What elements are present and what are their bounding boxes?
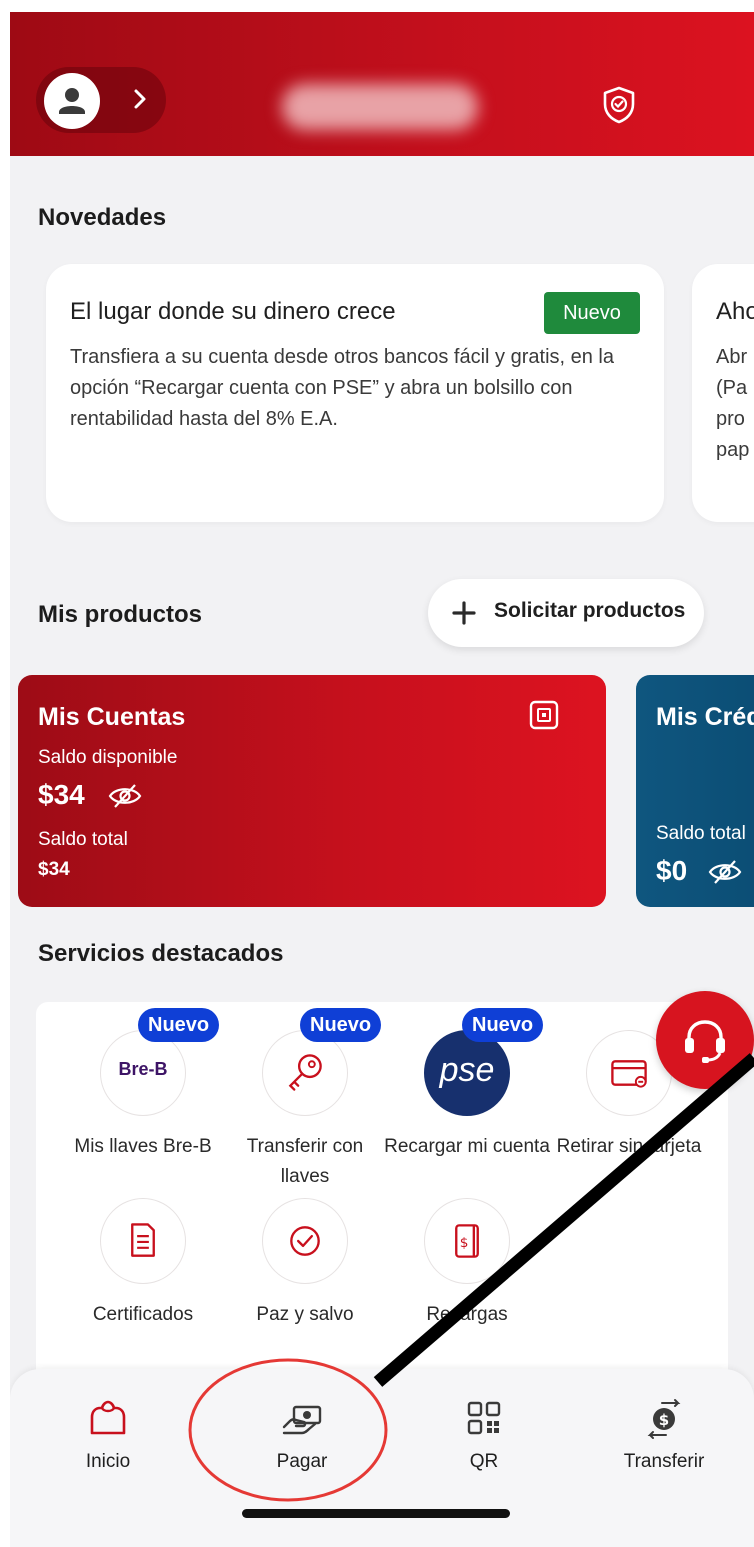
new-badge: Nuevo — [544, 292, 640, 334]
pse-logo-text: pse — [439, 1051, 495, 1089]
svg-text:$: $ — [659, 1411, 669, 1429]
key-icon — [262, 1030, 348, 1116]
accounts-card[interactable]: Mis Cuentas Saldo disponible $34 Saldo t… — [18, 675, 606, 907]
service-label: Recargas — [426, 1304, 508, 1325]
services-section-title: Servicios destacados — [38, 940, 284, 967]
transfer-icon: $ — [647, 1399, 681, 1439]
support-button[interactable] — [656, 991, 754, 1089]
plus-icon — [452, 601, 476, 625]
service-label: Paz y salvo — [256, 1304, 354, 1325]
app-screen: Novedades El lugar donde su dinero crece… — [10, 12, 754, 1547]
news-card-title: Aho — [716, 298, 754, 325]
accounts-title: Mis Cuentas — [38, 703, 186, 731]
nav-label: QR — [469, 1451, 499, 1472]
credits-total-amount: $0 — [656, 855, 688, 886]
service-label: Transferir con llaves — [246, 1136, 364, 1187]
bre-b-logo-text: Bre-B — [118, 1059, 168, 1079]
pay-icon — [282, 1405, 322, 1435]
request-products-label: Solicitar productos — [494, 599, 686, 622]
new-badge: Nuevo — [462, 1008, 544, 1042]
headset-icon — [685, 1020, 725, 1063]
document-icon — [100, 1198, 186, 1284]
nav-item-pagar[interactable]: Pagar — [232, 1387, 372, 1497]
profile-button[interactable] — [36, 67, 166, 133]
service-label: Certificados — [92, 1304, 194, 1325]
services-panel: Bre-B Nuevo Mis llaves Bre-B Nuevo Trans… — [36, 1002, 728, 1402]
new-badge: Nuevo — [300, 1008, 382, 1042]
nav-label: Pagar — [276, 1451, 328, 1472]
news-section-title: Novedades — [38, 204, 167, 231]
news-card[interactable]: Aho Abr (Pa pro pap — [692, 264, 754, 522]
qr-icon — [467, 1401, 501, 1435]
shield-check-icon[interactable] — [600, 84, 638, 126]
home-indicator — [242, 1509, 510, 1518]
available-balance-label: Saldo disponible — [38, 747, 178, 768]
bre-b-logo: Bre-B — [100, 1030, 186, 1116]
nav-item-inicio[interactable]: Inicio — [38, 1387, 178, 1497]
bottom-navigation: Inicio Pagar QR $ Transferir — [10, 1369, 754, 1547]
news-card-title: El lugar donde su dinero crece — [70, 298, 396, 325]
credits-card[interactable]: Mis Créd Saldo total $0 — [636, 675, 754, 907]
total-balance-amount: $34 — [38, 859, 70, 880]
news-card-body: Abr (Pa pro pap — [716, 346, 750, 461]
service-label: Mis llaves Bre-B — [74, 1136, 212, 1157]
user-icon — [44, 73, 100, 129]
news-card[interactable]: El lugar donde su dinero crece Nuevo Tra… — [46, 264, 664, 522]
svg-text:$: $ — [460, 1235, 469, 1251]
phone-recharge-icon: $ — [424, 1198, 510, 1284]
home-icon — [90, 1400, 126, 1435]
blurred-user-name — [282, 84, 478, 130]
credits-title: Mis Créd — [656, 703, 754, 731]
nav-label: Transferir — [623, 1451, 705, 1472]
check-circle-icon — [262, 1198, 348, 1284]
service-label: Recargar mi cuenta — [384, 1136, 550, 1157]
eye-off-icon[interactable] — [108, 783, 142, 809]
nav-item-transferir[interactable]: $ Transferir — [594, 1387, 734, 1497]
nav-label: Inicio — [85, 1451, 131, 1472]
news-card-body: Transfiera a su cuenta desde otros banco… — [70, 346, 614, 430]
available-balance-amount: $34 — [38, 779, 85, 810]
credits-total-label: Saldo total — [656, 823, 746, 844]
products-section-title: Mis productos — [38, 601, 203, 628]
eye-off-icon[interactable] — [708, 859, 742, 885]
nav-item-qr[interactable]: QR — [414, 1387, 554, 1497]
total-balance-label: Saldo total — [38, 829, 128, 850]
pse-logo: pse — [424, 1030, 510, 1116]
safe-icon — [529, 700, 559, 730]
new-badge: Nuevo — [138, 1008, 220, 1042]
request-products-button[interactable]: Solicitar productos — [428, 579, 704, 647]
service-label: Retirar sin tarjeta — [556, 1136, 702, 1157]
app-header — [10, 12, 754, 156]
chevron-right-icon — [134, 89, 146, 109]
